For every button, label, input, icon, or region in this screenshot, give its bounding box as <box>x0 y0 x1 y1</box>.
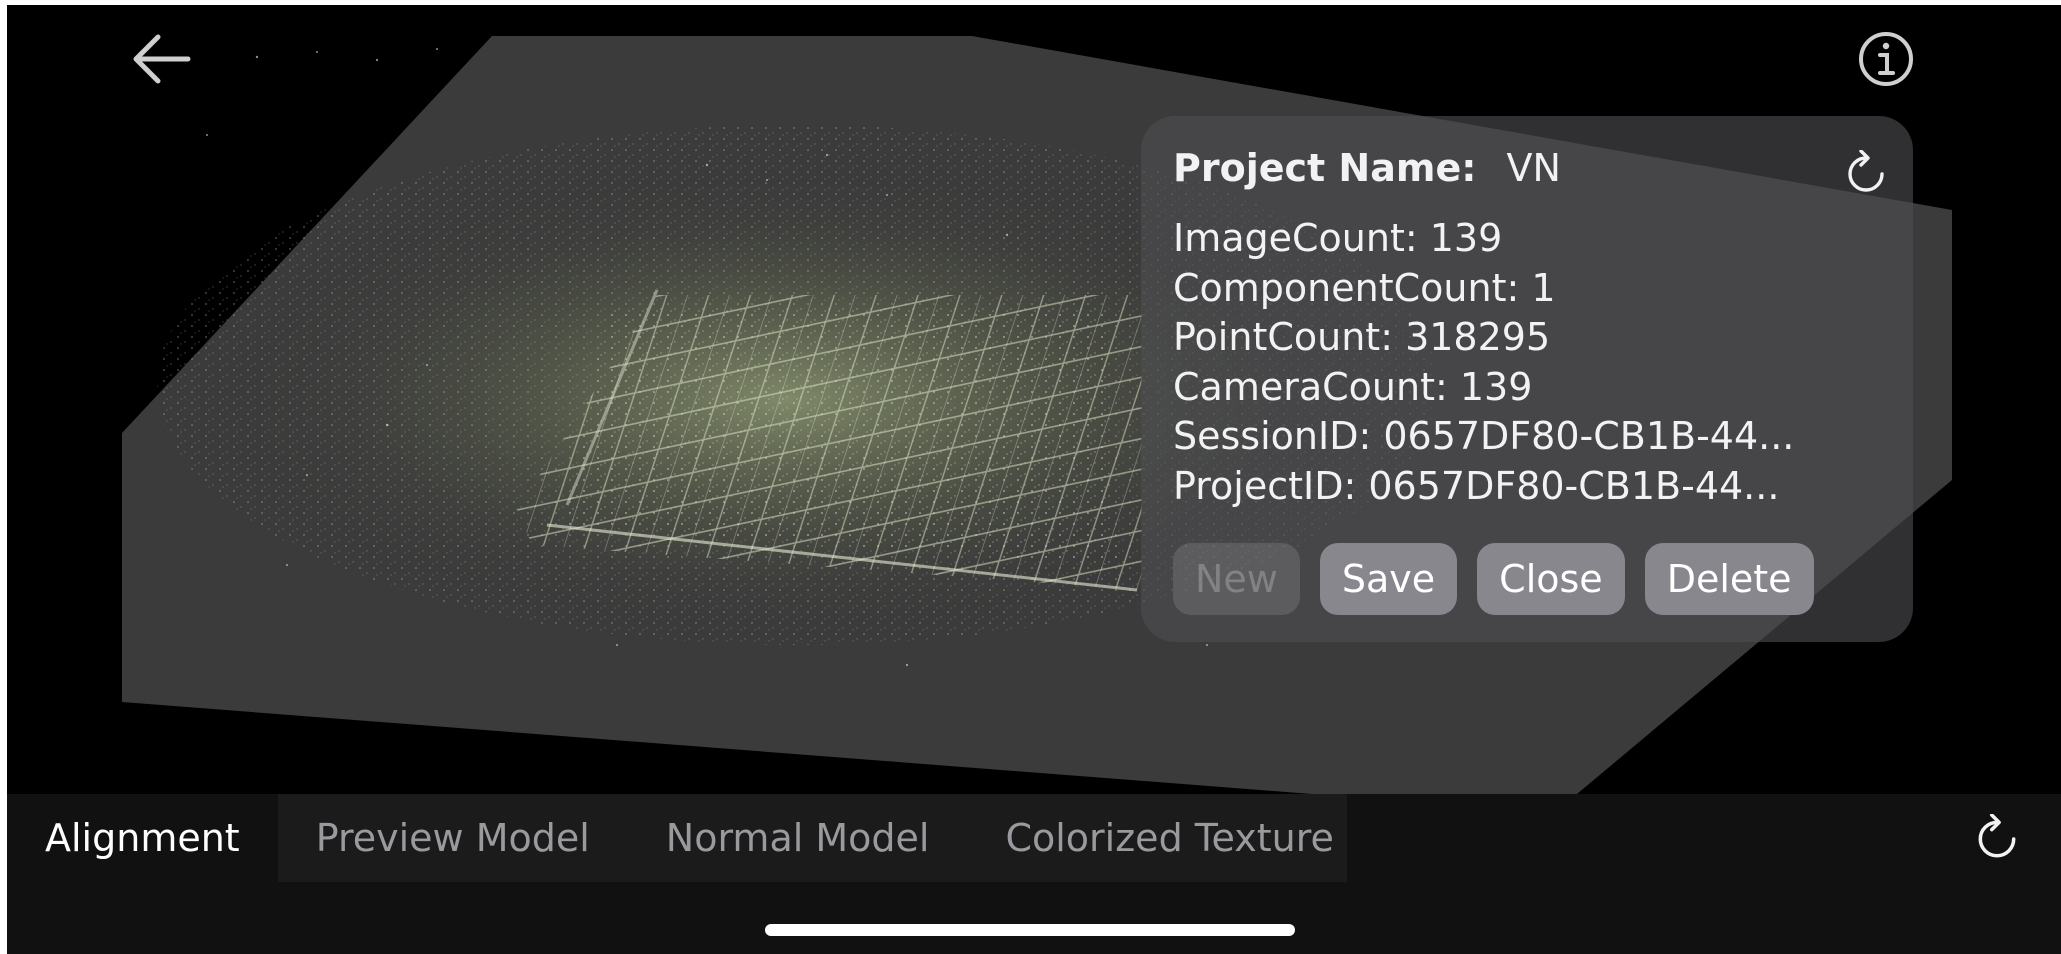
component-count: ComponentCount: 1 <box>1173 265 1556 310</box>
project-name-heading: Project Name: VN <box>1173 146 1561 190</box>
project-name-value: VN <box>1506 146 1561 190</box>
project-info-panel: Project Name: VN ImageCount: 139 Compone… <box>1141 116 1913 642</box>
view-mode-tabs: Alignment Preview Model Normal Model Col… <box>7 794 1347 882</box>
info-circle-icon <box>1859 32 1913 86</box>
bottom-safe-area <box>7 882 2061 954</box>
camera-count: CameraCount: 139 <box>1173 364 1533 409</box>
tab-normal-model[interactable]: Normal Model <box>628 794 968 882</box>
back-button[interactable] <box>125 27 197 91</box>
save-button[interactable]: Save <box>1319 543 1458 615</box>
delete-button[interactable]: Delete <box>1644 543 1814 615</box>
refresh-icon <box>1848 150 1884 192</box>
tab-bar-refresh-button[interactable] <box>1967 808 2027 868</box>
tab-preview-model[interactable]: Preview Model <box>278 794 628 882</box>
project-name-label: Project Name: <box>1173 146 1477 190</box>
tab-alignment[interactable]: Alignment <box>7 794 278 882</box>
panel-refresh-button[interactable] <box>1841 146 1891 200</box>
app-screen: Project Name: VN ImageCount: 139 Compone… <box>7 5 2061 954</box>
project-stats-list: ImageCount: 139 ComponentCount: 1 PointC… <box>1173 214 1794 511</box>
session-id: SessionID: 0657DF80-CB1B-44... <box>1173 414 1795 458</box>
close-button[interactable]: Close <box>1477 543 1625 615</box>
arrow-left-icon <box>133 34 191 84</box>
home-indicator[interactable] <box>765 924 1295 936</box>
project-actions: New Save Close Delete <box>1173 543 1814 615</box>
image-count: ImageCount: 139 <box>1173 216 1503 260</box>
tab-colorized-texture[interactable]: Colorized Texture <box>967 794 1371 882</box>
project-id: ProjectID: 0657DF80-CB1B-44... <box>1173 463 1780 508</box>
point-cloud-buildings-dense <box>567 305 1117 565</box>
info-button[interactable] <box>1854 27 1918 91</box>
point-count: PointCount: 318295 <box>1173 315 1551 359</box>
refresh-icon <box>1978 814 2016 858</box>
point-cloud-viewport[interactable]: Project Name: VN ImageCount: 139 Compone… <box>7 5 2061 794</box>
new-button[interactable]: New <box>1173 543 1300 615</box>
view-mode-tab-bar: Alignment Preview Model Normal Model Col… <box>7 794 2061 882</box>
